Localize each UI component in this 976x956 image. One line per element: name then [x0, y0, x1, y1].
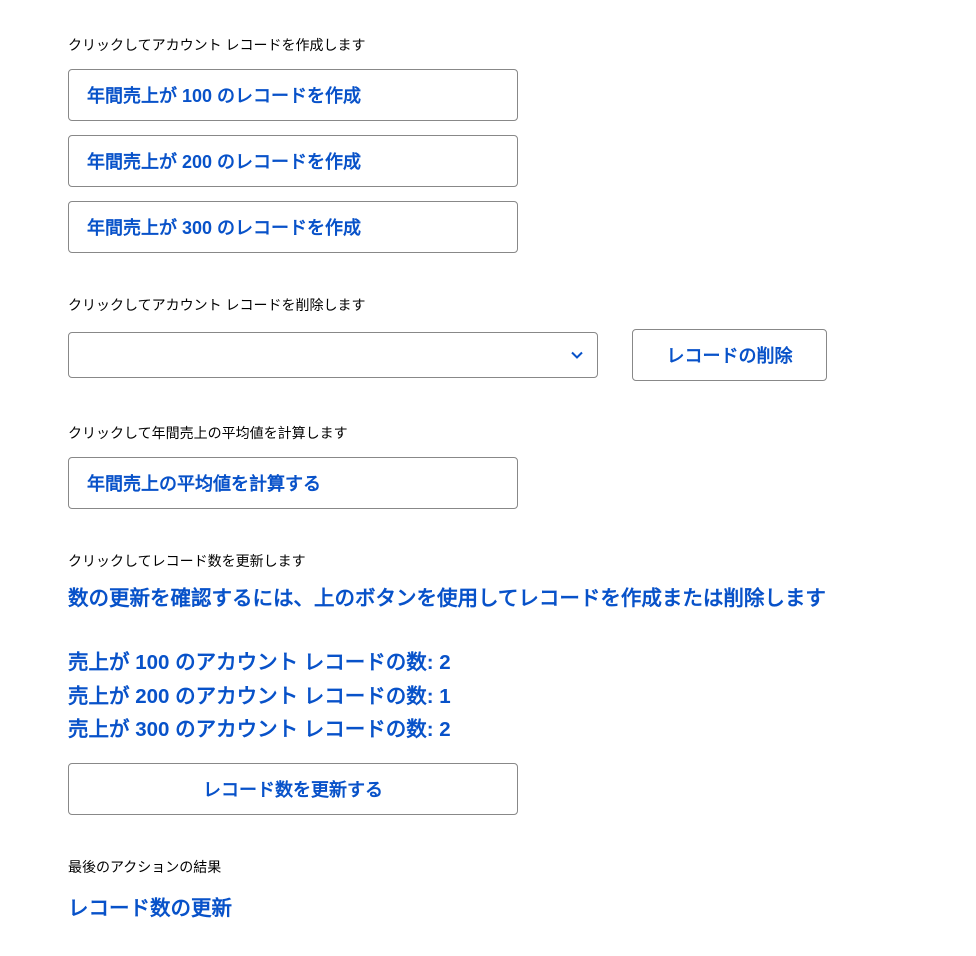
- delete-section: クリックしてアカウント レコードを削除します レコードの削除: [68, 295, 908, 381]
- calculate-average-button[interactable]: 年間売上の平均値を計算する: [68, 457, 518, 509]
- calculate-label: クリックして年間売上の平均値を計算します: [68, 423, 908, 443]
- record-select[interactable]: [68, 332, 598, 378]
- refresh-info-text: 数の更新を確認するには、上のボタンを使用してレコードを作成または削除します: [68, 585, 908, 614]
- create-button-stack: 年間売上が 100 のレコードを作成 年間売上が 200 のレコードを作成 年間…: [68, 69, 908, 253]
- refresh-label: クリックしてレコード数を更新します: [68, 551, 908, 571]
- count-item-100: 売上が 100 のアカウント レコードの数: 2: [68, 646, 908, 680]
- delete-label: クリックしてアカウント レコードを削除します: [68, 295, 908, 315]
- create-label: クリックしてアカウント レコードを作成します: [68, 35, 908, 55]
- create-record-300-button[interactable]: 年間売上が 300 のレコードを作成: [68, 201, 518, 253]
- create-record-200-button[interactable]: 年間売上が 200 のレコードを作成: [68, 135, 518, 187]
- calculate-section: クリックして年間売上の平均値を計算します 年間売上の平均値を計算する: [68, 423, 908, 509]
- refresh-section: クリックしてレコード数を更新します 数の更新を確認するには、上のボタンを使用して…: [68, 551, 908, 815]
- result-section: 最後のアクションの結果 レコード数の更新: [68, 857, 908, 921]
- result-text: レコード数の更新: [68, 891, 908, 921]
- result-label: 最後のアクションの結果: [68, 857, 908, 877]
- count-item-300: 売上が 300 のアカウント レコードの数: 2: [68, 713, 908, 747]
- delete-record-button[interactable]: レコードの削除: [632, 329, 827, 381]
- refresh-info-block: 数の更新を確認するには、上のボタンを使用してレコードを作成または削除します: [68, 585, 908, 614]
- create-section: クリックしてアカウント レコードを作成します 年間売上が 100 のレコードを作…: [68, 35, 908, 253]
- count-list: 売上が 100 のアカウント レコードの数: 2 売上が 200 のアカウント …: [68, 646, 908, 747]
- count-item-200: 売上が 200 のアカウント レコードの数: 1: [68, 680, 908, 714]
- delete-row: レコードの削除: [68, 329, 908, 381]
- record-select-wrap: [68, 332, 598, 378]
- refresh-counts-button[interactable]: レコード数を更新する: [68, 763, 518, 815]
- create-record-100-button[interactable]: 年間売上が 100 のレコードを作成: [68, 69, 518, 121]
